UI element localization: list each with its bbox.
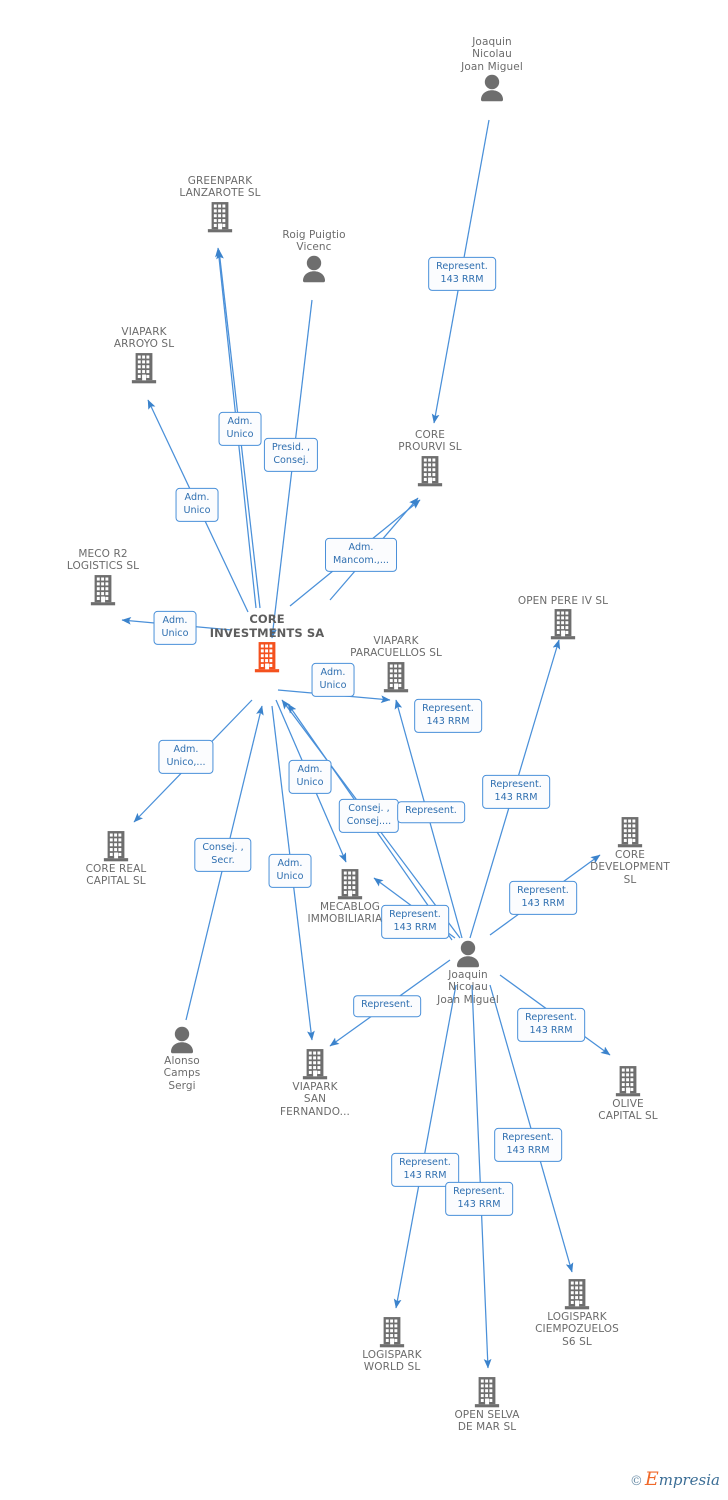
edge-layer xyxy=(121,119,611,1369)
building-icon xyxy=(245,1048,385,1080)
edge-label-viapark_paracuellos-to-core_prourvi[interactable]: Adm. Mancom.,... xyxy=(325,537,397,573)
edge-label-core_investments-to-viapark_arroyo[interactable]: Adm. Unico xyxy=(175,487,219,523)
edge-label-core_investments-to-viapark_paracuellos[interactable]: Adm. Unico xyxy=(311,662,355,698)
graph-node-core_real[interactable]: CORE REAL CAPITAL SL xyxy=(46,830,186,888)
node-label-roig: Roig Puigtio Vicenc xyxy=(282,229,346,254)
graph-node-logispark_world[interactable]: LOGISPARK WORLD SL xyxy=(322,1316,462,1374)
edge-joaquin_bottom-to-logispark_world xyxy=(393,984,457,1309)
empresia-watermark: © Empresia xyxy=(630,1468,720,1490)
graph-node-roig[interactable]: Roig Puigtio Vicenc xyxy=(244,229,384,283)
edge-label-roig-to-core_investments[interactable]: Presid. , Consej. xyxy=(263,437,319,473)
building-icon xyxy=(417,1376,557,1408)
node-label-core_real: CORE REAL CAPITAL SL xyxy=(85,863,147,888)
graph-node-open_selva[interactable]: OPEN SELVA DE MAR SL xyxy=(417,1376,557,1434)
node-label-core_development: CORE DEVELOPMENT SL xyxy=(590,849,670,886)
network-diagram-canvas: Joaquin Nicolau Joan Miguel GREENPARK LAN… xyxy=(0,0,728,1500)
person-icon xyxy=(244,255,384,283)
edge-joaquin_bottom-to-open_selva xyxy=(471,984,492,1369)
edge-label-joaquin_bottom-to-olive_capital[interactable]: Represent. 143 RRM xyxy=(517,1007,585,1043)
node-label-viapark_san_fernando: VIAPARK SAN FERNANDO... xyxy=(280,1081,350,1118)
building-icon xyxy=(493,608,633,640)
node-label-open_selva: OPEN SELVA DE MAR SL xyxy=(454,1409,520,1434)
edge-label-joaquin_top-to-core_prourvi[interactable]: Represent. 143 RRM xyxy=(428,256,496,292)
node-label-viapark_arroyo: VIAPARK ARROYO SL xyxy=(113,326,175,351)
node-label-viapark_paracuellos: VIAPARK PARACUELLOS SL xyxy=(350,635,442,660)
edge-label-joaquin_bottom-to-core_development[interactable]: Represent. 143 RRM xyxy=(509,880,577,916)
graph-node-greenpark[interactable]: GREENPARK LANZAROTE SL xyxy=(150,175,290,233)
graph-node-core_prourvi[interactable]: CORE PROURVI SL xyxy=(360,429,500,487)
copyright-icon: © xyxy=(629,1474,643,1489)
node-label-logispark_world: LOGISPARK WORLD SL xyxy=(362,1349,422,1374)
building-icon xyxy=(560,816,700,848)
building-icon xyxy=(558,1065,698,1097)
edge-label-core_investments-to-meco_r2[interactable]: Adm. Unico xyxy=(153,610,197,646)
graph-node-open_pere[interactable]: OPEN PERE IV SL xyxy=(493,595,633,640)
graph-node-viapark_san_fernando[interactable]: VIAPARK SAN FERNANDO... xyxy=(245,1048,385,1118)
edge-label-core_investments-to-mecablog[interactable]: Adm. Unico xyxy=(288,759,332,795)
edge-label-alonso-to-core_investments[interactable]: Consej. , Secr. xyxy=(194,837,252,873)
building-icon xyxy=(322,1316,462,1348)
building-icon xyxy=(46,830,186,862)
edge-label-joaquin_bottom-to-core_investments[interactable]: Represent. xyxy=(397,801,465,823)
brand-name: mpresia xyxy=(658,1471,720,1489)
person-icon xyxy=(398,940,538,968)
building-icon xyxy=(360,455,500,487)
node-label-olive_capital: OLIVE CAPITAL SL xyxy=(598,1098,658,1123)
node-label-meco_r2: MECO R2 LOGISTICS SL xyxy=(66,548,140,573)
edge-label-joaquin_bottom-to-mecablog[interactable]: Consej. , Consej.... xyxy=(338,798,400,834)
person-icon xyxy=(422,74,562,102)
node-label-core_investments: CORE INVESTMENTS SA xyxy=(209,612,325,640)
graph-node-meco_r2[interactable]: MECO R2 LOGISTICS SL xyxy=(33,548,173,606)
edge-label-joaquin_bottom-to-logispark_ciempozuelos[interactable]: Represent. 143 RRM xyxy=(494,1127,562,1163)
edge-label-joaquin_bottom-to-open_selva[interactable]: Represent. 143 RRM xyxy=(445,1181,513,1217)
person-icon xyxy=(112,1026,252,1054)
graph-node-core_development[interactable]: CORE DEVELOPMENT SL xyxy=(560,816,700,886)
building-icon xyxy=(33,574,173,606)
edge-label-joaquin_bottom-to-open_pere[interactable]: Represent. 143 RRM xyxy=(482,774,550,810)
edge-label-joaquin_bottom-to-core_investments[interactable]: Represent. 143 RRM xyxy=(381,904,449,940)
node-label-logispark_ciempozuelos: LOGISPARK CIEMPOZUELOS S6 SL xyxy=(535,1311,619,1348)
node-label-alonso: Alonso Camps Sergi xyxy=(163,1055,201,1092)
graph-node-joaquin_top[interactable]: Joaquin Nicolau Joan Miguel xyxy=(422,36,562,102)
graph-node-olive_capital[interactable]: OLIVE CAPITAL SL xyxy=(558,1065,698,1123)
edge-label-joaquin_bottom-to-viapark_paracuellos[interactable]: Represent. 143 RRM xyxy=(414,698,482,734)
edge-label-core_investments-to-viapark_san_fernando[interactable]: Adm. Unico xyxy=(268,853,312,889)
building-icon xyxy=(150,201,290,233)
edge-label-core_investments-to-core_real[interactable]: Adm. Unico,... xyxy=(158,739,214,775)
graph-node-alonso[interactable]: Alonso Camps Sergi xyxy=(112,1026,252,1092)
edge-label-joaquin_bottom-to-viapark_san_fernando[interactable]: Represent. xyxy=(353,995,421,1017)
building-icon xyxy=(74,352,214,384)
node-label-core_prourvi: CORE PROURVI SL xyxy=(398,429,462,454)
graph-node-logispark_ciempozuelos[interactable]: LOGISPARK CIEMPOZUELOS S6 SL xyxy=(507,1278,647,1348)
node-label-joaquin_top: Joaquin Nicolau Joan Miguel xyxy=(461,36,523,73)
node-label-open_pere: OPEN PERE IV SL xyxy=(517,595,609,607)
brand-initial: E xyxy=(644,1468,659,1490)
node-label-greenpark: GREENPARK LANZAROTE SL xyxy=(179,175,261,200)
graph-node-viapark_arroyo[interactable]: VIAPARK ARROYO SL xyxy=(74,326,214,384)
building-icon xyxy=(507,1278,647,1310)
edge-label-core_investments-to-greenpark[interactable]: Adm. Unico xyxy=(218,411,262,447)
